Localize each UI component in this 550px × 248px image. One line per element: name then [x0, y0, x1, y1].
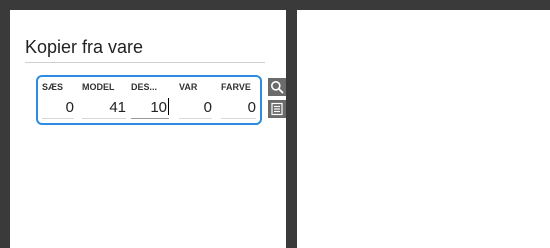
field-label-saes: SÆS: [42, 82, 64, 92]
search-icon: [271, 81, 284, 94]
list-icon: [271, 102, 283, 116]
panel-divider[interactable]: [286, 10, 297, 248]
field-label-var: VAR: [179, 82, 198, 92]
field-des: DES... 10: [131, 77, 169, 123]
model-input[interactable]: 41: [82, 98, 126, 119]
field-label-farve: FARVE: [221, 82, 251, 92]
des-input[interactable]: 10: [131, 98, 169, 119]
field-label-des: DES...: [131, 82, 158, 92]
saes-input[interactable]: 0: [42, 98, 74, 119]
list-button[interactable]: [268, 100, 286, 118]
field-label-model: MODEL: [82, 82, 115, 92]
des-input-value: 10: [150, 99, 167, 116]
text-caret: [168, 98, 169, 115]
item-number-group: SÆS 0 MODEL 41 DES... 10 VAR 0 FARVE 0: [36, 75, 262, 125]
field-model: MODEL 41: [82, 77, 126, 123]
right-panel: [297, 10, 550, 248]
title-divider: [25, 62, 265, 63]
field-farve: FARVE 0: [221, 77, 256, 123]
field-saes: SÆS 0: [42, 77, 74, 123]
var-input[interactable]: 0: [179, 98, 212, 119]
farve-input[interactable]: 0: [221, 98, 256, 119]
search-button[interactable]: [268, 78, 286, 96]
panel-title: Kopier fra vare: [25, 37, 144, 57]
field-var: VAR 0: [179, 77, 212, 123]
